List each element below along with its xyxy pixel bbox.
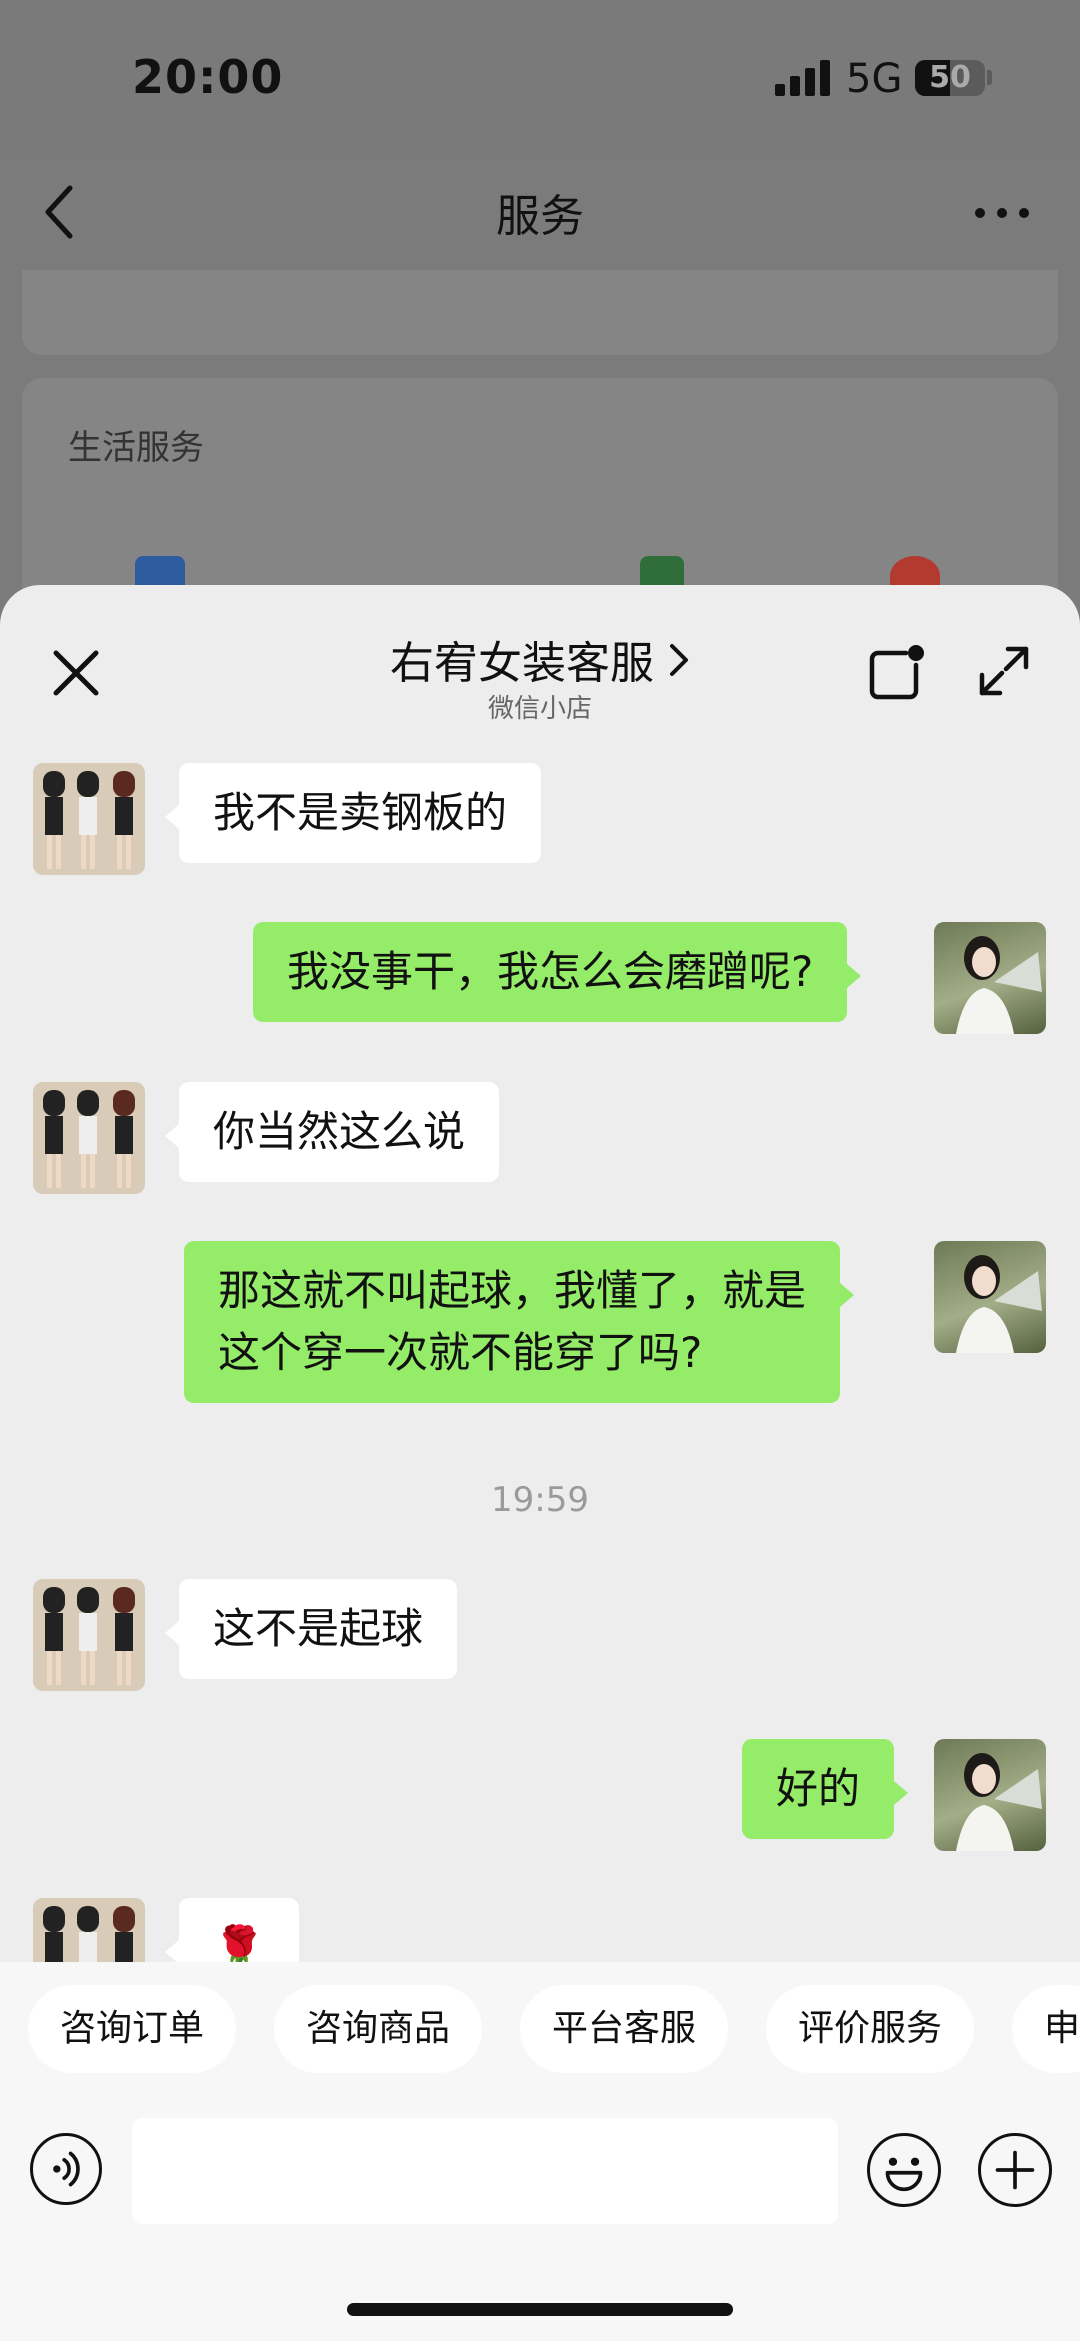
- emoji-icon[interactable]: [867, 2133, 941, 2207]
- message-bubble: 好的: [742, 1739, 909, 1839]
- signal-icon: [775, 60, 831, 96]
- chat-title-text: 右宥女装客服: [390, 638, 654, 689]
- message-bubble: 我不是卖钢板的: [164, 763, 542, 863]
- home-indicator: [347, 2303, 733, 2316]
- voice-icon[interactable]: [30, 2133, 102, 2205]
- shop-avatar[interactable]: [33, 763, 145, 875]
- expand-icon[interactable]: [976, 643, 1032, 699]
- message-input[interactable]: [132, 2118, 838, 2224]
- message-bubble: 你当然这么说: [164, 1082, 500, 1182]
- battery-tip: [987, 70, 992, 85]
- user-avatar[interactable]: [934, 922, 1046, 1034]
- chat-header: 右宥女装客服 微信小店: [0, 585, 1080, 735]
- network-type: 5G: [846, 56, 903, 102]
- life-services-label: 生活服务: [68, 428, 204, 468]
- quick-reply-product[interactable]: 咨询商品: [274, 1985, 483, 2073]
- battery-level: 50: [929, 60, 971, 95]
- background-card: [22, 270, 1058, 355]
- shop-avatar[interactable]: [33, 1082, 145, 1194]
- quick-reply-platform[interactable]: 平台客服: [520, 1985, 729, 2073]
- quick-reply-order[interactable]: 咨询订单: [28, 1985, 237, 2073]
- user-avatar[interactable]: [934, 1739, 1046, 1851]
- message-bubble: 这不是起球: [164, 1579, 458, 1679]
- quick-reply-review[interactable]: 评价服务: [766, 1985, 975, 2073]
- more-icon[interactable]: [975, 202, 1035, 222]
- minimize-window-icon[interactable]: [866, 643, 926, 703]
- user-avatar[interactable]: [934, 1241, 1046, 1353]
- page-title: 服务: [496, 191, 584, 242]
- shop-avatar[interactable]: [33, 1579, 145, 1691]
- message-bubble: 那这就不叫起球，我懂了，就是 这个穿一次就不能穿了吗?: [184, 1241, 855, 1403]
- status-bar: 20:00 5G 50: [0, 0, 1080, 160]
- message-bubble: 我没事干，我怎么会磨蹭呢?: [253, 922, 862, 1022]
- plus-icon[interactable]: [978, 2133, 1052, 2207]
- nav-bar: 服务: [0, 160, 1080, 270]
- battery-icon: 50: [915, 60, 985, 96]
- status-time: 20:00: [132, 50, 284, 104]
- chat-timestamp: 19:59: [491, 1480, 589, 1520]
- chevron-right-icon: [670, 644, 688, 676]
